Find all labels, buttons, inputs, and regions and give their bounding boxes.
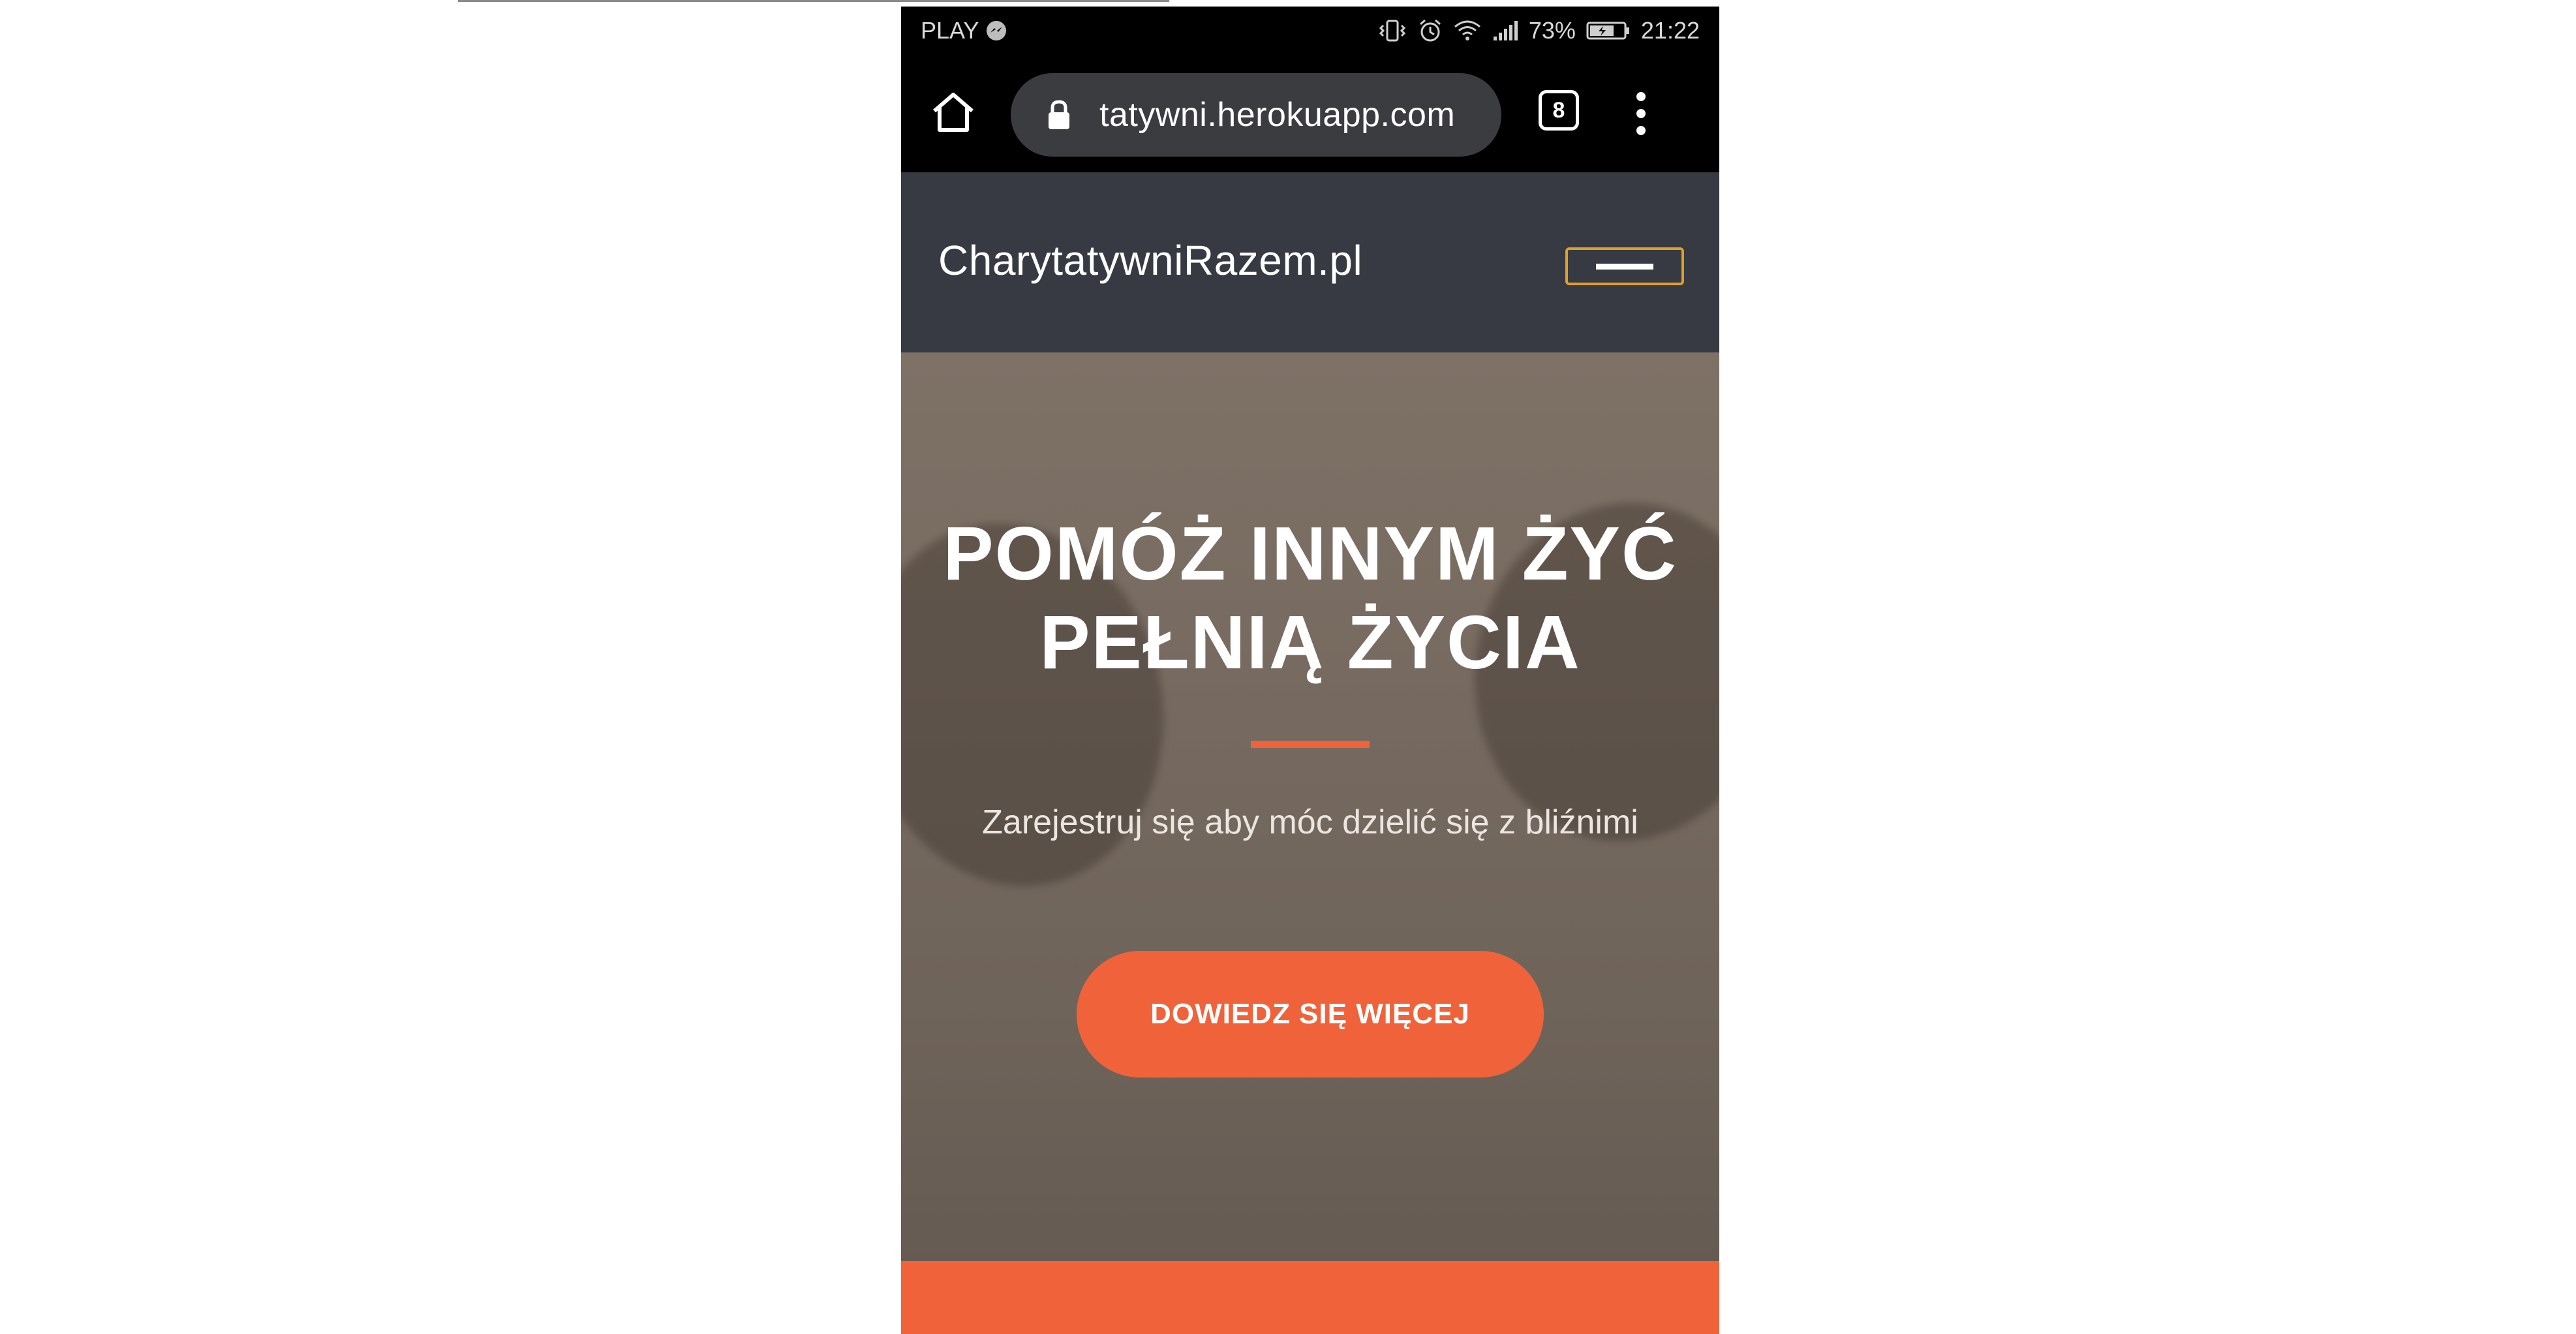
- site-brand[interactable]: CharytatywniRazem.pl: [938, 236, 1362, 285]
- browser-toolbar: tatywni.herokuapp.com 8: [901, 55, 1719, 172]
- tabs-button[interactable]: 8: [1539, 90, 1579, 131]
- site-navbar: CharytatywniRazem.pl: [901, 172, 1719, 352]
- hero-title-line-1: POMÓŻ INNYM ŻYĆ: [943, 511, 1678, 596]
- more-vert-icon[interactable]: [1628, 87, 1654, 140]
- learn-more-button[interactable]: DOWIEDZ SIĘ WIĘCEJ: [1077, 951, 1544, 1078]
- status-left: PLAY: [921, 17, 1007, 44]
- home-icon: [930, 91, 976, 136]
- phone-screen: PLAY 73% 21:22 tatywni.herokuapp.com 8 C…: [901, 7, 1719, 1334]
- hero-title: POMÓŻ INNYM ŻYĆ PEŁNIĄ ŻYCIA: [901, 509, 1719, 687]
- carrier-label: PLAY: [921, 17, 979, 44]
- battery-percent: 73%: [1528, 17, 1576, 44]
- lock-icon: [1045, 95, 1073, 134]
- address-bar[interactable]: tatywni.herokuapp.com: [1011, 73, 1501, 157]
- hero-title-line-2: PEŁNIĄ ŻYCIA: [1039, 600, 1581, 685]
- home-button[interactable]: [927, 91, 979, 136]
- tab-count: 8: [1552, 97, 1565, 123]
- hamburger-menu-button[interactable]: [1565, 247, 1684, 285]
- hero-subtitle: Zarejestruj się aby móc dzielić się z bl…: [982, 803, 1638, 841]
- url-text: tatywni.herokuapp.com: [1099, 96, 1456, 134]
- hamburger-icon: [1596, 263, 1653, 270]
- alarm-icon: [1418, 18, 1443, 43]
- vibrate-icon: [1377, 19, 1407, 42]
- next-section-band: [901, 1261, 1719, 1334]
- top-divider-line: [458, 0, 1169, 2]
- hero-divider: [1251, 741, 1370, 748]
- status-bar: PLAY 73% 21:22: [901, 7, 1719, 55]
- wifi-icon: [1453, 19, 1482, 42]
- messenger-icon: [985, 20, 1007, 42]
- hero-section: POMÓŻ INNYM ŻYĆ PEŁNIĄ ŻYCIA Zarejestruj…: [901, 352, 1719, 1261]
- battery-icon: [1586, 20, 1631, 41]
- status-right: 73% 21:22: [1377, 17, 1700, 44]
- signal-icon: [1492, 20, 1518, 42]
- clock: 21:22: [1640, 17, 1700, 44]
